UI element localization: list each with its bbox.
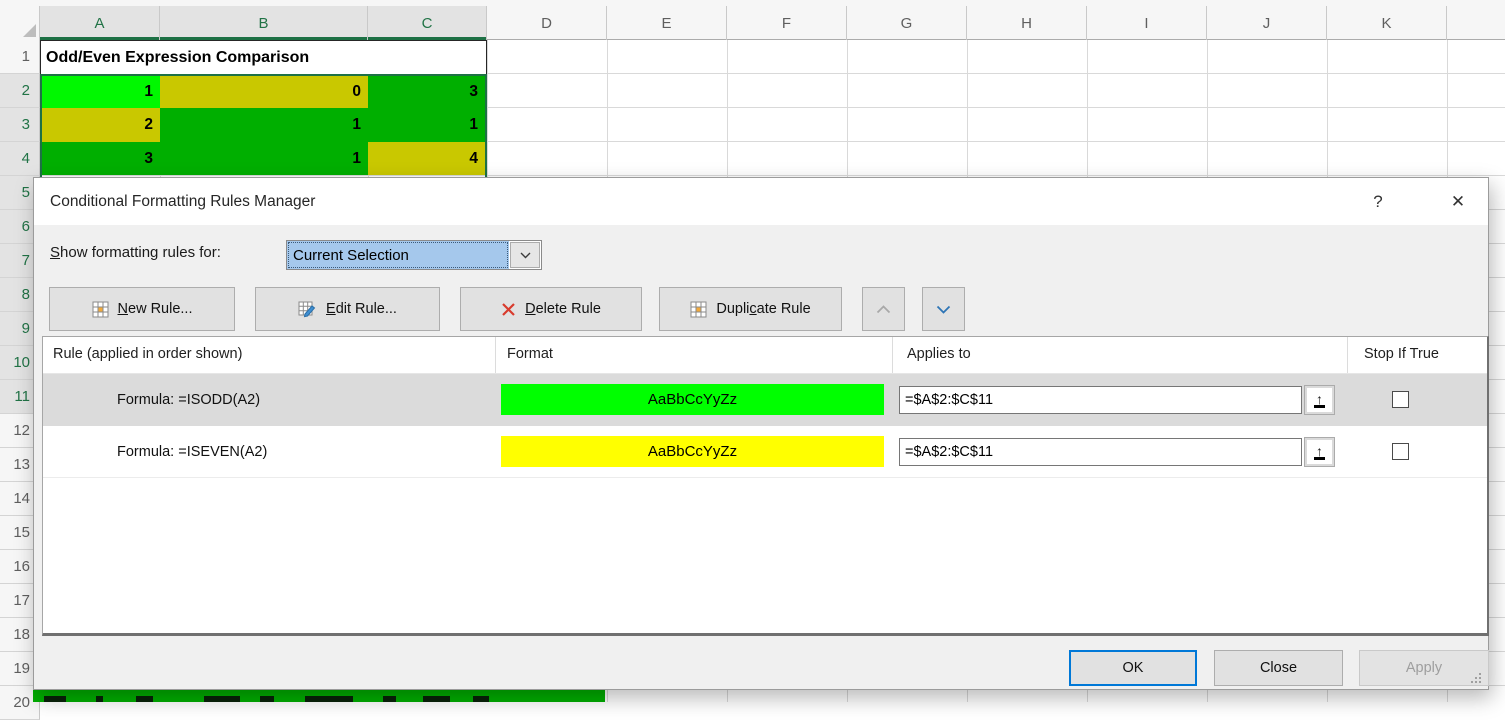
- table-icon: [690, 301, 707, 318]
- rule-row-iseven[interactable]: Formula: =ISEVEN(A2) AaBbCcYyZz ↑: [43, 426, 1487, 478]
- dropdown-selected-value: Current Selection: [287, 241, 509, 269]
- rules-list-header: Rule (applied in order shown) Format App…: [43, 337, 1487, 374]
- applies-to-input[interactable]: [899, 438, 1302, 466]
- text-fragment: [136, 696, 153, 702]
- range-picker-button[interactable]: ↑: [1304, 437, 1335, 467]
- column-header-F[interactable]: F: [727, 6, 847, 40]
- duplicate-rule-button[interactable]: Duplicate Rule: [659, 287, 842, 331]
- text-fragment: [96, 696, 103, 702]
- header-rule: Rule (applied in order shown): [53, 346, 242, 362]
- show-rules-label: Show formatting rules for:: [50, 244, 221, 261]
- chevron-down-icon: [936, 305, 951, 314]
- new-rule-button[interactable]: New Rule...: [49, 287, 235, 331]
- edit-rule-button[interactable]: Edit Rule...: [255, 287, 440, 331]
- applies-to-input[interactable]: [899, 386, 1302, 414]
- text-fragment: [423, 696, 450, 702]
- move-rule-up-button[interactable]: [862, 287, 905, 331]
- column-header-C[interactable]: C: [368, 6, 487, 40]
- column-header-D[interactable]: D: [487, 6, 607, 40]
- select-all-corner[interactable]: [0, 6, 40, 40]
- dialog-titlebar[interactable]: Conditional Formatting Rules Manager ? ✕: [34, 178, 1488, 225]
- format-preview: AaBbCcYyZz: [501, 436, 884, 467]
- column-header-B[interactable]: B: [160, 6, 368, 40]
- cell-a1-title[interactable]: Odd/Even Expression Comparison: [40, 40, 487, 75]
- column-divider: [495, 337, 496, 373]
- column-header-H[interactable]: H: [967, 6, 1087, 40]
- column-header-G[interactable]: G: [847, 6, 967, 40]
- apply-button[interactable]: Apply: [1359, 650, 1489, 686]
- label-rest: how formatting rules for:: [60, 244, 221, 261]
- show-rules-dropdown[interactable]: Current Selection: [286, 240, 542, 270]
- button-label: New Rule...: [118, 301, 193, 317]
- resize-grip[interactable]: [1471, 673, 1483, 685]
- header-format: Format: [507, 346, 553, 362]
- move-rule-down-button[interactable]: [922, 287, 965, 331]
- column-divider: [892, 337, 893, 373]
- select-all-icon: [23, 24, 36, 37]
- text-fragment: [473, 696, 489, 702]
- row-header-2[interactable]: 2: [0, 74, 40, 108]
- chevron-down-icon[interactable]: [510, 242, 540, 268]
- header-applies-to: Applies to: [907, 346, 971, 362]
- table-pencil-icon: [298, 301, 317, 318]
- column-header-A[interactable]: A: [40, 6, 160, 40]
- ok-button[interactable]: OK: [1069, 650, 1197, 686]
- button-label: Edit Rule...: [326, 301, 397, 317]
- rules-list: Rule (applied in order shown) Format App…: [42, 336, 1489, 636]
- table-icon: [92, 301, 109, 318]
- text-fragment: [260, 696, 274, 702]
- help-icon[interactable]: ?: [1362, 186, 1394, 218]
- cf-rules-manager-dialog: Conditional Formatting Rules Manager ? ✕…: [33, 177, 1489, 690]
- label-key: S: [50, 244, 60, 261]
- button-label: Delete Rule: [525, 301, 601, 317]
- rule-description: Formula: =ISODD(A2): [117, 374, 260, 426]
- text-fragment: [204, 696, 240, 702]
- collapse-dialog-icon: ↑: [1314, 393, 1325, 408]
- row20-formatted-strip[interactable]: [33, 690, 605, 702]
- text-fragment: [383, 696, 396, 702]
- text-fragment: [44, 696, 66, 702]
- red-x-icon: [501, 302, 516, 317]
- column-header-J[interactable]: J: [1207, 6, 1327, 40]
- row-header-1[interactable]: 1: [0, 40, 40, 74]
- selection-border: [40, 74, 487, 182]
- stop-if-true-checkbox[interactable]: [1392, 443, 1409, 460]
- column-divider: [1347, 337, 1348, 373]
- rule-row-isodd[interactable]: Formula: =ISODD(A2) AaBbCcYyZz ↑: [43, 374, 1487, 426]
- button-label: Duplicate Rule: [716, 301, 810, 317]
- column-header-E[interactable]: E: [607, 6, 727, 40]
- range-picker-button[interactable]: ↑: [1304, 385, 1335, 415]
- close-icon[interactable]: ✕: [1442, 186, 1474, 218]
- delete-rule-button[interactable]: Delete Rule: [460, 287, 642, 331]
- stop-if-true-checkbox[interactable]: [1392, 391, 1409, 408]
- dialog-title: Conditional Formatting Rules Manager: [50, 178, 315, 225]
- text-fragment: [305, 696, 353, 702]
- column-header-K[interactable]: K: [1327, 6, 1447, 40]
- header-stop-if-true: Stop If True: [1364, 346, 1439, 362]
- format-preview: AaBbCcYyZz: [501, 384, 884, 415]
- rule-description: Formula: =ISEVEN(A2): [117, 426, 267, 478]
- chevron-up-icon: [876, 305, 891, 314]
- row-header-4[interactable]: 4: [0, 142, 40, 176]
- row-header-3[interactable]: 3: [0, 108, 40, 142]
- column-header-I[interactable]: I: [1087, 6, 1207, 40]
- collapse-dialog-icon: ↑: [1314, 445, 1325, 460]
- close-button[interactable]: Close: [1214, 650, 1343, 686]
